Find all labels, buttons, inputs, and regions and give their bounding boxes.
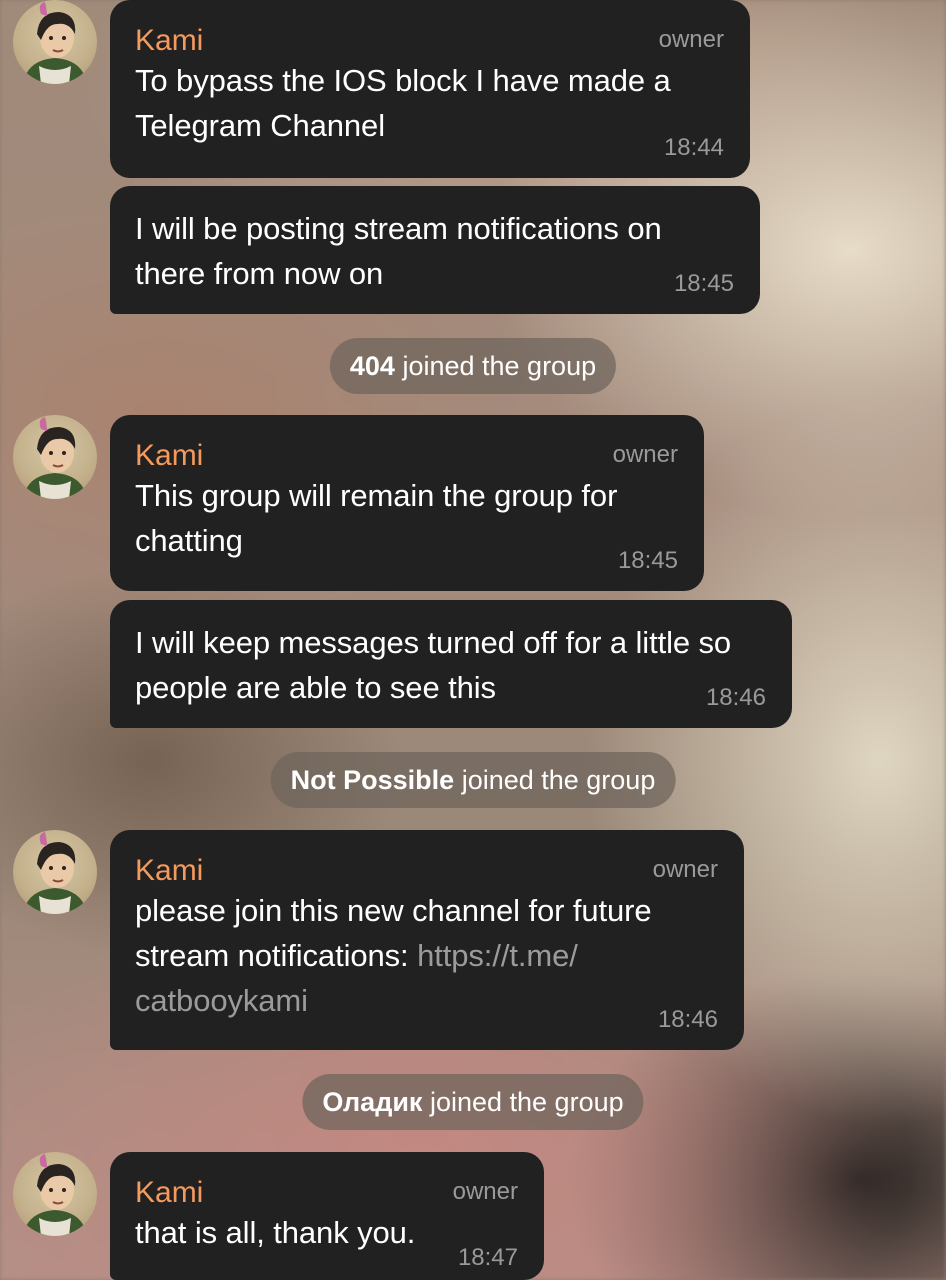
role-badge: owner	[652, 856, 718, 883]
message-bubble[interactable]: I will keep messages turned off for a li…	[110, 600, 792, 728]
message-text: To bypass the IOS block I have made a Te…	[135, 63, 671, 143]
message-bubble[interactable]: Kami owner To bypass the IOS block I hav…	[110, 0, 750, 178]
service-action: joined the group	[422, 1087, 624, 1117]
role-badge: owner	[658, 26, 724, 53]
message-bubble[interactable]: Kami owner please join this new channel …	[110, 830, 744, 1050]
avatar-icon	[23, 1154, 87, 1236]
service-user-name[interactable]: 404	[350, 351, 395, 381]
service-user-name[interactable]: Not Possible	[291, 765, 455, 795]
service-message: 404 joined the group	[329, 338, 617, 394]
service-message: Not Possible joined the group	[270, 752, 676, 808]
message-text: This group will remain the group for cha…	[135, 478, 618, 558]
avatar-icon	[23, 417, 87, 499]
role-badge: owner	[612, 441, 678, 468]
message-time: 18:46	[705, 684, 766, 711]
role-badge: owner	[452, 1178, 518, 1205]
avatar-icon	[23, 832, 87, 914]
message-text: I will be posting stream notifications o…	[135, 211, 662, 291]
message-time: 18:44	[663, 134, 724, 161]
message-text: please join this new channel for future …	[135, 888, 725, 1023]
message-time: 18:45	[617, 547, 678, 574]
message-time: 18:46	[657, 1006, 718, 1033]
sender-name[interactable]: Kami	[135, 24, 726, 58]
message-bubble[interactable]: Kami owner This group will remain the gr…	[110, 415, 704, 591]
service-action: joined the group	[454, 765, 656, 795]
message-link[interactable]: catbooykami	[135, 983, 308, 1018]
service-message: Оладик joined the group	[302, 1074, 644, 1130]
service-user-name[interactable]: Оладик	[322, 1087, 422, 1117]
message-time: 18:47	[457, 1244, 518, 1271]
message-link[interactable]: https://t.me/	[417, 938, 578, 973]
sender-avatar[interactable]	[13, 830, 97, 914]
sender-avatar[interactable]	[13, 0, 97, 84]
service-action: joined the group	[394, 351, 597, 381]
sender-avatar[interactable]	[13, 1152, 97, 1236]
message-text: I will keep messages turned off for a li…	[135, 625, 732, 705]
sender-avatar[interactable]	[13, 415, 97, 499]
message-bubble[interactable]: Kami owner that is all, thank you. 18:47	[110, 1152, 544, 1280]
message-time: 18:45	[673, 270, 734, 297]
sender-name[interactable]: Kami	[135, 854, 720, 888]
message-text: that is all, thank you.	[135, 1215, 416, 1250]
message-bubble[interactable]: I will be posting stream notifications o…	[110, 186, 760, 314]
sender-name[interactable]: Kami	[135, 439, 680, 473]
avatar-icon	[23, 2, 87, 84]
